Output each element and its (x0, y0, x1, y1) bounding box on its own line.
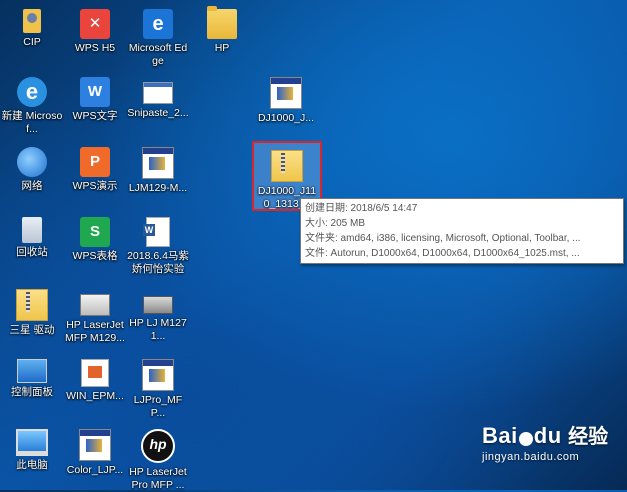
desktop-icon-wps-writer[interactable]: W WPS文字 (63, 70, 127, 123)
desktop-icon-dj1000-installer[interactable]: DJ1000_J... (254, 70, 318, 125)
network-icon (17, 147, 47, 177)
desktop-icon-control-panel[interactable]: 控制面板 (0, 352, 64, 399)
installer-icon (270, 77, 302, 109)
icon-label: WPS表格 (72, 250, 118, 262)
icon-label: 新建 Microsof... (1, 110, 63, 135)
icon-label: LJM129-M... (128, 182, 188, 194)
wps-writer-icon: W (80, 77, 110, 107)
ie-icon: e (17, 77, 47, 107)
icon-label: 三星 驱动 (9, 324, 55, 336)
watermark-subtitle: 经验 (568, 426, 609, 448)
desktop-icon-hp-folder[interactable]: HP (190, 2, 254, 55)
icon-label: HP (214, 42, 230, 54)
desktop-icon-new-microsoft[interactable]: e 新建 Microsof... (0, 70, 64, 136)
desktop-icon-ljm129[interactable]: LJM129-M... (126, 140, 190, 195)
desktop-icon-hp-laserjet-mfp-m129[interactable]: HP LaserJet MFP M129... (63, 282, 127, 345)
presentation-icon (81, 359, 109, 387)
desktop-icon-wps-spreadsheet[interactable]: S WPS表格 (63, 210, 127, 263)
icon-label: Snipaste_2... (127, 107, 189, 119)
recycle-bin-icon (22, 217, 42, 243)
desktop: CIP e 新建 Microsof... 网络 回收站 三星 驱动 控制面板 此… (0, 0, 627, 492)
icon-label: WPS文字 (72, 110, 118, 122)
watermark-logo-suffix: du (533, 423, 562, 448)
icon-label: WIN_EPM... (66, 390, 124, 402)
icon-label: WPS演示 (72, 180, 118, 192)
folder-icon (207, 6, 237, 39)
desktop-icon-snipaste[interactable]: Snipaste_2... (126, 70, 190, 120)
word-document-icon: W (143, 217, 170, 247)
printer-icon (80, 294, 110, 316)
desktop-icon-color-ljp[interactable]: Color_LJP... (63, 422, 127, 477)
icon-label: CIP (23, 36, 41, 48)
desktop-icon-samsung-driver[interactable]: 三星 驱动 (0, 282, 64, 337)
desktop-icon-microsoft-edge[interactable]: e Microsoft Edge (126, 2, 190, 68)
desktop-icon-hp-laserjet-pro-mfp[interactable]: hp HP LaserJet Pro MFP ... (126, 422, 190, 492)
watermark-url: jingyan.baidu.com (482, 451, 580, 463)
desktop-icon-network[interactable]: 网络 (0, 140, 64, 193)
baidu-jingyan-watermark: Bai du 经验 jingyan.baidu.com (482, 420, 608, 463)
watermark-logo: Bai (482, 423, 518, 448)
installer-icon (142, 147, 174, 179)
icon-label: 控制面板 (11, 386, 53, 398)
control-panel-icon (17, 359, 47, 383)
tooltip-files: 文件: Autorun, D1000x64, D1000x64, D1000x6… (305, 248, 580, 259)
icon-label: 回收站 (16, 246, 48, 258)
icon-label: 此电脑 (16, 459, 48, 471)
image-file-icon (143, 82, 173, 104)
icon-label: Microsoft Edge (128, 42, 188, 67)
zip-folder-icon (271, 150, 303, 182)
icon-label: 网络 (21, 180, 43, 192)
icon-label: Color_LJP... (66, 464, 124, 476)
desktop-icon-recycle-bin[interactable]: 回收站 (0, 210, 64, 259)
tooltip-size: 大小: 205 MB (305, 218, 366, 229)
computer-icon (16, 429, 48, 456)
installer-icon (79, 429, 111, 461)
icon-label: 2018.6.4马紫娇何怡实验 (127, 250, 189, 275)
tooltip-created-date: 创建日期: 2018/6/5 14:47 (305, 203, 418, 214)
scanner-icon (143, 296, 173, 314)
wps-spreadsheet-icon: S (80, 217, 110, 247)
icon-label: HP LaserJet MFP M129... (65, 319, 125, 344)
wps-presentation-icon: P (80, 147, 110, 177)
tooltip-folders: 文件夹: amd64, i386, licensing, Microsoft, … (305, 233, 581, 244)
desktop-icon-ljpro-mfp[interactable]: LJPro_MFP... (126, 352, 190, 420)
icon-label: LJPro_MFP... (133, 394, 183, 419)
installer-icon (142, 359, 174, 391)
baidu-paw-icon (518, 431, 533, 446)
file-info-tooltip: 创建日期: 2018/6/5 14:47 大小: 205 MB 文件夹: amd… (300, 198, 624, 264)
edge-icon: e (143, 9, 173, 39)
icon-label: HP LaserJet Pro MFP ... (129, 466, 187, 491)
desktop-icon-experiment-document[interactable]: W 2018.6.4马紫娇何怡实验 (126, 210, 190, 276)
desktop-icon-this-pc[interactable]: 此电脑 (0, 422, 64, 472)
desktop-icon-wps-presentation[interactable]: P WPS演示 (63, 140, 127, 193)
icon-label: DJ1000_J... (257, 112, 315, 124)
desktop-icon-win-epm[interactable]: WIN_EPM... (63, 352, 127, 403)
hp-logo-icon: hp (141, 429, 175, 463)
wps-h5-icon: ✕ (80, 9, 110, 39)
icon-label: HP LJ M1271... (129, 317, 187, 342)
icon-label: WPS H5 (74, 42, 116, 54)
desktop-icon-hp-lj-m1271[interactable]: HP LJ M1271... (126, 282, 190, 343)
desktop-icon-cip[interactable]: CIP (0, 2, 64, 49)
user-shortcut-icon (23, 9, 41, 33)
zip-folder-icon (16, 289, 48, 321)
desktop-icon-wps-h5[interactable]: ✕ WPS H5 (63, 2, 127, 55)
